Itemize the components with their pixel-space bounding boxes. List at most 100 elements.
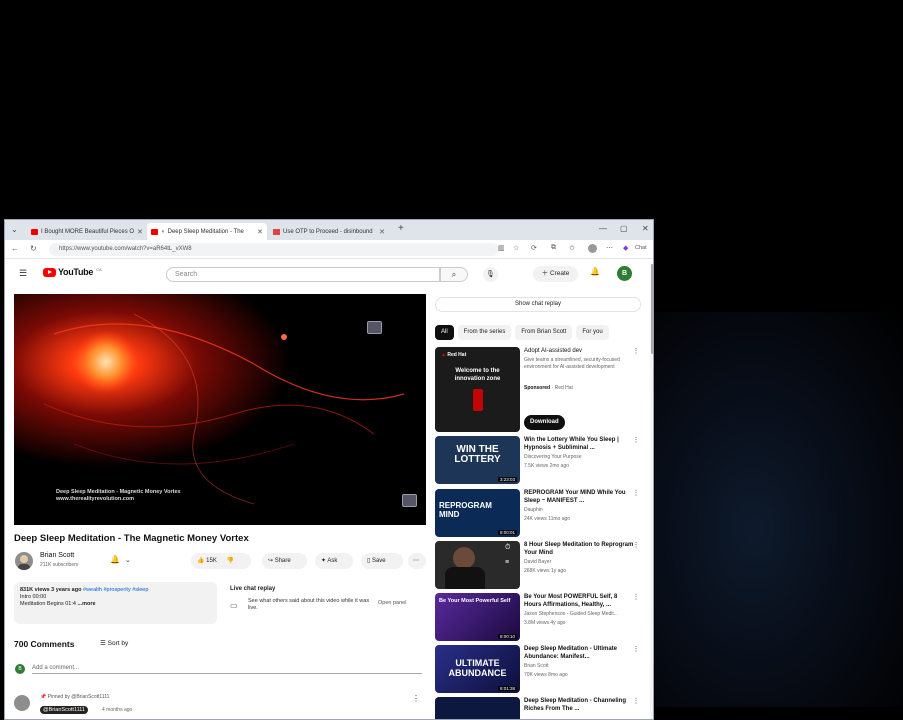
bell-subscribed-icon[interactable]: 🔔 [110, 555, 120, 564]
recommendation-menu-icon[interactable]: ⋮ [631, 697, 641, 705]
youtube-logo[interactable]: YouTube CA [43, 267, 102, 277]
hashtags[interactable]: #wealth #prosperity #sleep [83, 587, 148, 593]
ad-thumbnail[interactable]: ▲ Red Hat Welcome to the innovation zone [435, 347, 520, 432]
share-button[interactable]: ↪ Share [262, 553, 307, 569]
recommendation-thumbnail[interactable]: ULTIMATE ABUNDANCE 8:01:38 [435, 645, 520, 693]
thumb-text: Be Your Most Powerful Self [439, 598, 511, 604]
ask-button[interactable]: ✦ Ask [315, 553, 353, 569]
refresh-page-icon[interactable]: ⟳ [531, 244, 537, 252]
description-box[interactable]: 831K views 3 years ago #wealth #prosperi… [14, 582, 217, 624]
voice-search-button[interactable]: 🎙 [483, 267, 498, 282]
recommendation-menu-icon[interactable]: ⋮ [631, 436, 641, 444]
tab-2-active[interactable]: ◖ Deep Sleep Meditation - The ✕ [147, 223, 267, 240]
account-avatar[interactable]: B [617, 266, 632, 281]
show-chat-replay-button[interactable]: Show chat replay [435, 297, 641, 312]
more-menu-icon[interactable]: ⋯ [606, 244, 613, 252]
close-icon[interactable]: ✕ [257, 228, 263, 236]
tab-1[interactable]: I Bought MORE Beautiful Pieces O ✕ [27, 223, 145, 240]
maximize-icon[interactable]: ▢ [620, 224, 628, 233]
recommendation-thumbnail[interactable]: REPROGRAM MIND 8:00:01 [435, 489, 520, 537]
recommendation-2[interactable]: REPROGRAM MIND 8:00:01 REPROGRAM Your MI… [435, 489, 650, 539]
page-scrollbar[interactable] [650, 264, 653, 719]
recommendation-channel[interactable]: Dauphin [524, 507, 639, 514]
ad-menu-icon[interactable]: ⋮ [631, 347, 641, 355]
open-panel-button[interactable]: Open panel [378, 600, 406, 606]
recommendation-thumbnail[interactable]: Be Your Most Powerful Self 8:00:10 [435, 593, 520, 641]
chip-from-brian-scott[interactable]: From Brian Scott [515, 325, 573, 340]
reload-icon[interactable]: ↻ [30, 244, 37, 253]
recommendation-menu-icon[interactable]: ⋮ [631, 593, 641, 601]
recommendation-title[interactable]: Deep Sleep Meditation - Channeling Riche… [524, 697, 634, 713]
chat-icon[interactable]: Chat [635, 245, 647, 251]
subscriber-count: 211K subscribers [40, 562, 79, 568]
chip-from-the-series[interactable]: From the series [457, 325, 512, 340]
extension-icon[interactable]: ⧉ [551, 244, 556, 252]
sort-by-button[interactable]: ☰ Sort by [100, 639, 128, 647]
description-line: Meditation Begins 01:4 [20, 601, 76, 607]
recommendation-channel[interactable]: David Bayer [524, 559, 639, 566]
chip-for-you[interactable]: For you [576, 325, 609, 340]
new-tab-button[interactable]: + [398, 223, 404, 234]
like-dislike-button[interactable]: 👍 15K 👎 [191, 553, 251, 569]
pinned-author[interactable]: @BrianScott1111 [40, 706, 88, 714]
recommendation-thumbnail[interactable]: ⏱ ≡ [435, 541, 520, 589]
ad-title[interactable]: Adopt AI-assisted dev [524, 347, 634, 355]
chip-all[interactable]: All [435, 325, 454, 340]
logo-text: YouTube [58, 267, 94, 277]
add-comment-input[interactable]: Add a comment... [32, 665, 422, 674]
close-window-icon[interactable]: ✕ [642, 224, 649, 233]
more-link[interactable]: ...more [78, 601, 96, 607]
video-player[interactable]: Deep Sleep Meditation - Magnetic Money V… [14, 294, 426, 525]
recommendation-channel[interactable]: Jason Stephenson - Guided Sleep Medit... [524, 611, 639, 618]
thumbs-up-icon: 👍 [197, 558, 205, 564]
recommendation-title[interactable]: Be Your Most POWERFUL Self, 8 Hours Affi… [524, 593, 634, 609]
reader-icon[interactable]: ▥ [498, 244, 505, 252]
profile-icon[interactable] [588, 244, 597, 253]
favorites-icon[interactable]: ✩ [569, 244, 575, 252]
recommendation-menu-icon[interactable]: ⋮ [631, 645, 641, 653]
recommendation-5[interactable]: ULTIMATE ABUNDANCE 8:01:38 Deep Sleep Me… [435, 645, 650, 695]
playlist-icon: ≡ [505, 559, 510, 566]
create-button[interactable]: ＋ Create [533, 266, 578, 282]
recommendation-4[interactable]: Be Your Most Powerful Self 8:00:10 Be Yo… [435, 593, 650, 643]
ad-thumb-graphic [473, 389, 483, 411]
recommendation-title[interactable]: Win the Lottery While You Sleep | Hypnos… [524, 436, 634, 452]
share-label: Share [274, 558, 291, 564]
recommendation-thumbnail[interactable]: WIN THE LOTTERY 3:23:03 [435, 436, 520, 484]
copilot-icon[interactable]: ◆ [623, 244, 628, 252]
recommendation-title[interactable]: 8 Hour Sleep Meditation to Reprogram You… [524, 541, 634, 557]
search-icon: ⌕ [451, 270, 457, 279]
more-actions-button[interactable]: ⋯ [408, 553, 426, 569]
notifications-bell-icon[interactable]: 🔔 [590, 267, 600, 276]
close-icon[interactable]: ✕ [137, 228, 143, 236]
recommendation-menu-icon[interactable]: ⋮ [631, 541, 641, 549]
channel-name[interactable]: Brian Scott [40, 552, 74, 559]
download-button[interactable]: Download [524, 415, 565, 430]
tab-list-icon[interactable]: ⌄ [11, 225, 18, 234]
favorite-star-icon[interactable]: ☆ [513, 244, 519, 252]
recommendation-thumbnail[interactable] [435, 697, 520, 719]
tab-3[interactable]: Use OTP to Proceed - disinbound ✕ [269, 223, 389, 240]
chevron-down-icon[interactable]: ⌄ [125, 556, 131, 564]
recommendation-1[interactable]: WIN THE LOTTERY 3:23:03 Win the Lottery … [435, 436, 650, 486]
search-button[interactable]: ⌕ [440, 267, 468, 282]
recommendation-3[interactable]: ⏱ ≡ 8 Hour Sleep Meditation to Reprogram… [435, 541, 650, 591]
hamburger-menu-icon[interactable]: ☰ [19, 268, 27, 279]
channel-avatar[interactable] [15, 552, 33, 570]
url-field[interactable]: https://www.youtube.com/watch?v=aR64tL_v… [49, 243, 499, 256]
pinned-comment-avatar[interactable] [14, 695, 30, 711]
search-input[interactable]: Search [166, 267, 440, 282]
save-button[interactable]: ▯ Save [361, 553, 403, 569]
recommendation-channel[interactable]: Brian Scott [524, 663, 639, 670]
back-icon[interactable]: ← [11, 244, 19, 253]
minimize-icon[interactable]: — [599, 224, 607, 233]
recommendation-6[interactable]: Deep Sleep Meditation - Channeling Riche… [435, 697, 650, 719]
recommendation-channel[interactable]: Discovering Your Purpose [524, 454, 639, 461]
recommendation-menu-icon[interactable]: ⋮ [631, 489, 641, 497]
scrollbar-thumb[interactable] [651, 264, 653, 354]
comment-menu-icon[interactable]: ⋮ [412, 694, 420, 703]
recommendation-title[interactable]: Deep Sleep Meditation - Ultimate Abundan… [524, 645, 634, 661]
ad-card[interactable]: ▲ Red Hat Welcome to the innovation zone… [435, 347, 650, 435]
recommendation-title[interactable]: REPROGRAM Your MIND While You Sleep ~ MA… [524, 489, 634, 505]
close-icon[interactable]: ✕ [379, 228, 385, 236]
